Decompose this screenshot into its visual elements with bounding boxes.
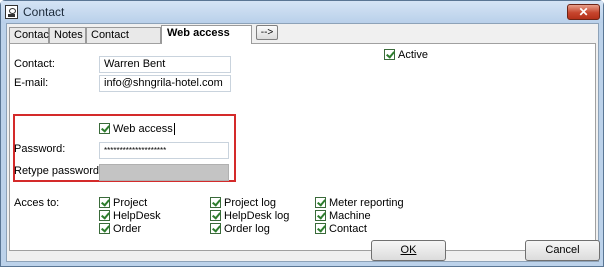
contact-field[interactable]: Warren Bent bbox=[99, 56, 231, 73]
password-label: Password: bbox=[14, 143, 66, 155]
tab-notes-label: Notes bbox=[54, 29, 83, 41]
tab-contact[interactable]: Contact bbox=[9, 27, 52, 43]
contact-card-icon bbox=[5, 5, 18, 19]
ok-button-label: OK bbox=[400, 244, 417, 256]
more-tabs-button[interactable]: --> bbox=[256, 25, 278, 40]
contact-dialog: Contact ✕ Contact Notes Contact groups W… bbox=[0, 0, 604, 267]
ok-button[interactable]: OK bbox=[371, 240, 446, 261]
window-title: Contact bbox=[23, 5, 65, 19]
machine-checkbox[interactable] bbox=[315, 210, 326, 221]
project-log-checkbox[interactable] bbox=[210, 197, 221, 208]
project-label: Project bbox=[113, 197, 148, 209]
tab-contact-label: Contact bbox=[14, 29, 52, 41]
contact-label: Contact: bbox=[14, 58, 55, 70]
machine-label: Machine bbox=[329, 210, 371, 222]
meter-reporting-checkbox[interactable] bbox=[315, 197, 326, 208]
email-label: E-mail: bbox=[14, 77, 49, 89]
project-checkbox[interactable] bbox=[99, 197, 110, 208]
meter-reporting-label: Meter reporting bbox=[329, 197, 404, 209]
active-label: Active bbox=[398, 49, 428, 61]
order-label: Order bbox=[113, 223, 142, 235]
active-checkbox[interactable] bbox=[384, 49, 395, 60]
helpdesk-checkbox[interactable] bbox=[99, 210, 110, 221]
helpdesk-log-label: HelpDesk log bbox=[224, 210, 290, 222]
retype-password-label: Retype password: bbox=[14, 165, 103, 177]
web-access-panel: Active Contact: Warren Bent E-mail: info… bbox=[9, 43, 596, 251]
contact-access-label: Contact bbox=[329, 223, 367, 235]
helpdesk-log-checkbox[interactable] bbox=[210, 210, 221, 221]
tab-web-access[interactable]: Web access bbox=[161, 25, 252, 44]
cancel-button[interactable]: Cancel bbox=[525, 240, 600, 261]
project-log-label: Project log bbox=[224, 197, 276, 209]
tab-notes[interactable]: Notes bbox=[49, 27, 86, 43]
order-log-label: Order log bbox=[224, 223, 270, 235]
tab-contact-groups[interactable]: Contact groups bbox=[86, 27, 161, 55]
close-button[interactable]: ✕ bbox=[567, 4, 600, 20]
contact-access-checkbox[interactable] bbox=[315, 223, 326, 234]
tab-web-access-label: Web access bbox=[167, 27, 230, 39]
retype-password-field[interactable] bbox=[99, 164, 229, 181]
dialog-body: Contact Notes Contact groups Web access … bbox=[6, 23, 600, 262]
web-access-label: Web access bbox=[113, 123, 175, 135]
email-field[interactable]: info@shngrila-hotel.com bbox=[99, 75, 231, 92]
helpdesk-label: HelpDesk bbox=[113, 210, 161, 222]
password-field[interactable]: ******************** bbox=[99, 142, 229, 159]
title-bar: Contact ✕ bbox=[1, 1, 603, 23]
access-label: Acces to: bbox=[14, 197, 60, 209]
cancel-button-label: Cancel bbox=[545, 244, 580, 256]
order-checkbox[interactable] bbox=[99, 223, 110, 234]
web-access-checkbox[interactable] bbox=[99, 123, 110, 134]
order-log-checkbox[interactable] bbox=[210, 223, 221, 234]
